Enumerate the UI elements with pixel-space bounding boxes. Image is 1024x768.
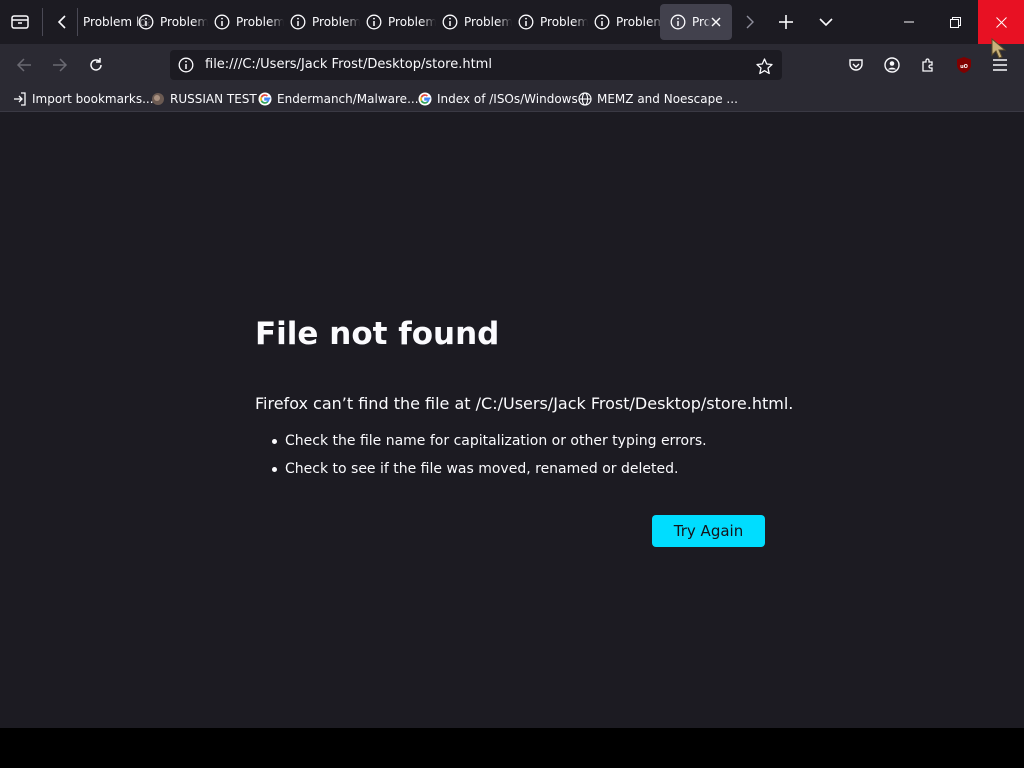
info-icon xyxy=(594,14,610,30)
url-bar[interactable]: file:///C:/Users/Jack Frost/Desktop/stor… xyxy=(170,50,782,80)
tab[interactable]: Problem loading page xyxy=(134,4,208,40)
site-favicon xyxy=(150,91,166,107)
bookmark-star-icon[interactable] xyxy=(755,57,773,75)
info-icon xyxy=(290,14,306,30)
tab[interactable]: Problem loading page xyxy=(210,4,284,40)
navigation-toolbar: file:///C:/Users/Jack Frost/Desktop/stor… xyxy=(0,37,1024,86)
tab[interactable]: Problem loading page xyxy=(438,4,512,40)
bookmark-label: MEMZ and Noescape ... xyxy=(597,92,738,106)
tab-strip: Problem loading page Problem loading pag… xyxy=(0,0,1024,44)
info-icon xyxy=(366,14,382,30)
forward-icon[interactable] xyxy=(48,53,72,77)
error-description: Firefox can’t find the file at /C:/Users… xyxy=(255,394,794,413)
tab[interactable]: Problem loading page xyxy=(514,4,588,40)
list-all-tabs-icon[interactable] xyxy=(814,10,838,34)
restore-icon[interactable] xyxy=(932,0,978,44)
bookmarks-toolbar: Import bookmarks... RUSSIAN TEST Enderma… xyxy=(0,86,1024,112)
tab[interactable]: Problem loading page xyxy=(362,4,436,40)
tab-separator xyxy=(77,8,78,36)
svg-text:uO: uO xyxy=(960,64,968,70)
bookmark-label: Endermanch/Malware... xyxy=(277,92,419,106)
globe-icon xyxy=(577,91,593,107)
bookmark-label: Import bookmarks... xyxy=(32,92,154,106)
pocket-icon[interactable] xyxy=(845,54,867,76)
browser-window: Problem loading page Problem loading pag… xyxy=(0,0,1024,728)
tab-active[interactable]: Problem loading page xyxy=(660,4,732,40)
reload-icon[interactable] xyxy=(84,53,108,77)
info-icon xyxy=(518,14,534,30)
close-tab-icon[interactable] xyxy=(708,14,724,30)
tab-title: Problem loading page xyxy=(616,15,664,29)
bookmark-item[interactable]: MEMZ and Noescape ... xyxy=(577,90,738,108)
new-tab-icon[interactable] xyxy=(774,10,798,34)
page-content: File not found Firefox can’t find the fi… xyxy=(0,113,1024,728)
minimize-icon[interactable] xyxy=(886,0,932,44)
ublock-origin-icon[interactable]: uO xyxy=(954,54,974,76)
tab[interactable]: Problem loading page xyxy=(590,4,664,40)
tab[interactable]: Problem loading page xyxy=(286,4,360,40)
google-icon xyxy=(257,91,273,107)
tab-title: Problem loading page xyxy=(160,15,208,29)
tab-title: Problem loading page xyxy=(540,15,588,29)
bookmark-item[interactable]: Endermanch/Malware... xyxy=(257,90,419,108)
bookmark-label: Index of /ISOs/Windows xyxy=(437,92,578,106)
back-icon[interactable] xyxy=(12,53,36,77)
suggestion-item: Check the file name for capitalization o… xyxy=(270,431,707,459)
tab-title: Problem loading page xyxy=(388,15,436,29)
try-again-button[interactable]: Try Again xyxy=(652,515,765,547)
google-icon xyxy=(417,91,433,107)
import-icon xyxy=(12,91,28,107)
site-info-icon[interactable] xyxy=(178,57,194,73)
suggestion-item: Check to see if the file was moved, rena… xyxy=(270,459,707,487)
scroll-tabs-left-icon[interactable] xyxy=(52,10,72,34)
cursor-icon xyxy=(988,36,1010,64)
bookmark-item[interactable]: Import bookmarks... xyxy=(12,90,154,108)
tab-separator xyxy=(42,8,43,36)
taskbar-area xyxy=(0,728,1024,768)
scroll-tabs-right-icon[interactable] xyxy=(740,10,760,34)
info-icon xyxy=(138,14,154,30)
error-title: File not found xyxy=(255,316,500,352)
firefox-view-icon[interactable] xyxy=(8,10,32,34)
extensions-icon[interactable] xyxy=(917,54,939,76)
bookmark-item[interactable]: RUSSIAN TEST xyxy=(150,90,257,108)
info-icon xyxy=(442,14,458,30)
tab-title: Problem loading page xyxy=(236,15,284,29)
tab-title: Problem loading page xyxy=(464,15,512,29)
info-icon xyxy=(670,14,686,30)
bookmark-item[interactable]: Index of /ISOs/Windows xyxy=(417,90,578,108)
suggestion-list: Check the file name for capitalization o… xyxy=(270,431,707,487)
bookmark-label: RUSSIAN TEST xyxy=(170,92,257,106)
url-text[interactable]: file:///C:/Users/Jack Frost/Desktop/stor… xyxy=(205,57,492,72)
info-icon xyxy=(214,14,230,30)
account-icon[interactable] xyxy=(881,54,903,76)
tab-title: Problem loading page xyxy=(312,15,360,29)
